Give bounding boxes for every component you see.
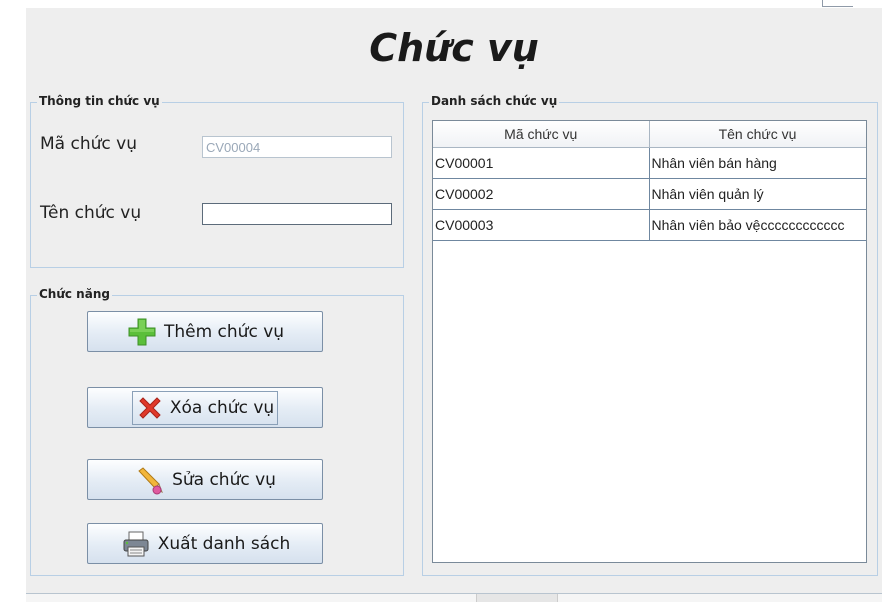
page-title: Chức vụ	[369, 26, 539, 70]
cell-code: CV00001	[433, 147, 650, 179]
list-group-legend: Danh sách chức vụ	[429, 94, 560, 108]
window-corner	[822, 0, 853, 7]
cell-name: Nhân viên quản lý	[649, 178, 866, 210]
column-header-name[interactable]: Tên chức vụ	[649, 121, 866, 148]
table-row[interactable]: CV00002 Nhân viên quản lý	[433, 178, 866, 210]
name-label: Tên chức vụ	[40, 203, 142, 223]
name-field[interactable]	[202, 203, 392, 225]
plus-icon	[126, 316, 158, 348]
delete-x-icon	[136, 394, 164, 422]
cell-code: CV00002	[433, 178, 650, 210]
export-list-label: Xuất danh sách	[157, 533, 291, 554]
column-header-code[interactable]: Mã chức vụ	[433, 121, 650, 148]
cell-name: Nhân viên bảo vệcccccccccccc	[649, 209, 866, 241]
pencil-icon	[134, 464, 166, 496]
table-header-row: Mã chức vụ Tên chức vụ	[433, 121, 866, 148]
functions-group-legend: Chức năng	[37, 287, 112, 301]
info-group: Thông tin chức vụ	[30, 94, 404, 268]
add-position-button[interactable]: Thêm chức vụ	[87, 311, 323, 352]
cell-code: CV00003	[433, 209, 650, 241]
table-row[interactable]: CV00003 Nhân viên bảo vệcccccccccccc	[433, 209, 866, 241]
edit-position-label: Sửa chức vụ	[172, 469, 276, 490]
info-group-legend: Thông tin chức vụ	[37, 94, 162, 108]
add-position-label: Thêm chức vụ	[163, 321, 285, 342]
positions-table[interactable]: Mã chức vụ Tên chức vụ CV00001 Nhân viên…	[432, 120, 867, 563]
delete-position-button[interactable]: Xóa chức vụ	[87, 387, 323, 428]
code-label: Mã chức vụ	[40, 134, 137, 154]
delete-position-focus: Xóa chức vụ	[131, 390, 279, 425]
code-field[interactable]	[202, 136, 392, 158]
cell-name: Nhân viên bán hàng	[649, 147, 866, 179]
edit-position-button[interactable]: Sửa chức vụ	[87, 459, 323, 500]
table-row[interactable]: CV00001 Nhân viên bán hàng	[433, 147, 866, 179]
printer-icon	[120, 528, 152, 560]
delete-position-label: Xóa chức vụ	[169, 397, 275, 418]
export-list-button[interactable]: Xuất danh sách	[87, 523, 323, 564]
